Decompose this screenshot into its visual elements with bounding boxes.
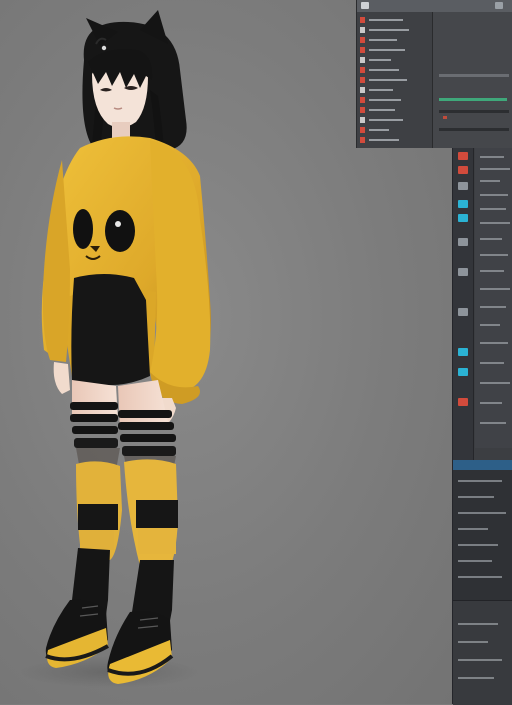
tool-icon[interactable] <box>458 308 468 316</box>
right-sock-stripes <box>118 410 176 456</box>
layer-list[interactable] <box>357 12 433 148</box>
list-item[interactable] <box>360 35 432 45</box>
list-item[interactable] <box>360 25 432 35</box>
tool-icon[interactable] <box>458 398 468 406</box>
list-item[interactable] <box>360 105 432 115</box>
tool-icon[interactable] <box>458 348 468 356</box>
list-item[interactable] <box>360 75 432 85</box>
panel-menu-icon[interactable] <box>361 2 369 9</box>
list-item[interactable] <box>360 45 432 55</box>
tool-icon[interactable] <box>458 268 468 276</box>
list-item[interactable] <box>360 135 432 145</box>
track-bar-green <box>439 98 507 101</box>
right-sleeve <box>150 140 211 392</box>
timeline-area[interactable] <box>433 12 512 148</box>
list-item[interactable] <box>360 15 432 25</box>
track-bar <box>439 74 509 77</box>
list-item[interactable] <box>360 85 432 95</box>
tool-icon[interactable] <box>458 166 468 174</box>
tool-icon[interactable] <box>458 214 468 222</box>
hoodie-pocket <box>71 274 150 386</box>
panel-collapse-icon[interactable] <box>495 2 503 9</box>
list-item[interactable] <box>360 125 432 135</box>
tool-icon[interactable] <box>458 238 468 246</box>
track-bar <box>439 110 509 113</box>
hood-emblem <box>101 45 107 51</box>
left-hand <box>53 362 70 394</box>
side-dock[interactable] <box>452 148 512 705</box>
list-item[interactable] <box>360 65 432 75</box>
tool-icon[interactable] <box>458 152 468 160</box>
list-item[interactable] <box>360 95 432 105</box>
properties-panel[interactable] <box>475 148 512 448</box>
track-bar <box>439 128 509 131</box>
dock-tab-strip[interactable] <box>453 460 512 470</box>
tool-icon[interactable] <box>458 368 468 376</box>
list-item[interactable] <box>360 115 432 125</box>
left-sock-stripes <box>70 402 118 448</box>
print-right-eye <box>105 210 135 252</box>
dock-lower-panel[interactable] <box>453 470 512 600</box>
track-marker <box>443 116 447 119</box>
list-item[interactable] <box>360 55 432 65</box>
layers-panel[interactable] <box>356 0 512 148</box>
tool-icon[interactable] <box>458 182 468 190</box>
print-left-eye <box>73 209 93 249</box>
tool-icon[interactable] <box>458 200 468 208</box>
dock-bottom-panel[interactable] <box>453 600 512 705</box>
